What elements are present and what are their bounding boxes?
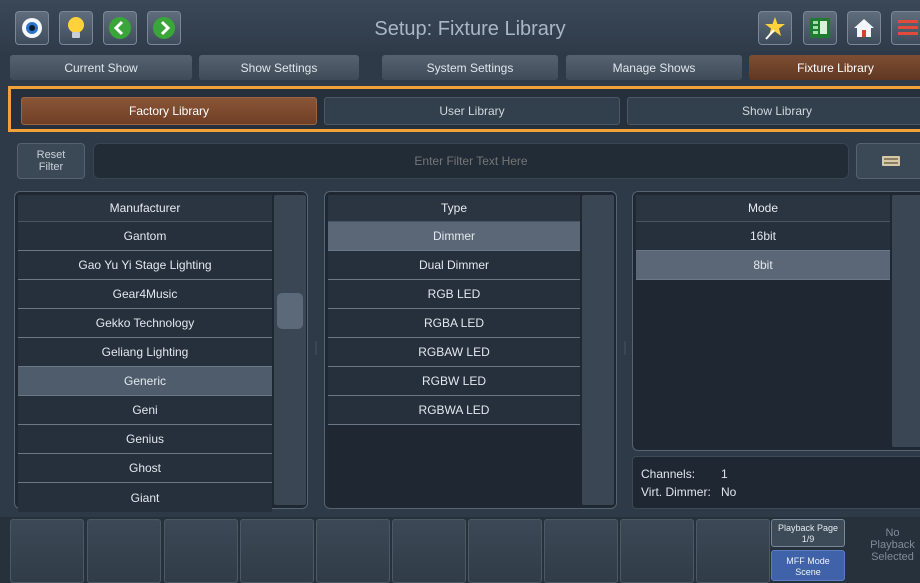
tab-show-library[interactable]: Show Library	[627, 97, 920, 125]
channels-row: Channels: 1	[641, 465, 920, 483]
list-item[interactable]: Gao Yu Yi Stage Lighting	[18, 251, 272, 280]
list-item-selected[interactable]: Dimmer	[328, 222, 580, 251]
filter-input[interactable]	[93, 143, 849, 179]
list-item[interactable]: 16bit	[636, 222, 890, 251]
no-playback-line-1: No	[885, 527, 900, 539]
mode-scrollbar[interactable]	[892, 195, 920, 447]
playback-slot[interactable]	[240, 519, 314, 583]
reset-label-1: Reset	[36, 149, 66, 161]
list-item[interactable]: Geliang Lighting	[18, 338, 272, 367]
panel-divider	[624, 341, 626, 355]
menu-button[interactable]	[891, 11, 920, 45]
list-item-selected[interactable]: 8bit	[636, 251, 890, 280]
lightbulb-icon	[68, 17, 84, 38]
forward-arrow-icon	[153, 17, 175, 39]
grid-icon	[810, 18, 830, 38]
type-list: Type Dimmer Dual Dimmer RGB LED RGBA LED…	[328, 195, 580, 425]
virt-dimmer-row: Virt. Dimmer: No	[641, 483, 920, 501]
scrollbar-thumb[interactable]	[277, 293, 303, 329]
playback-page-value: 1/9	[801, 534, 815, 544]
type-header: Type	[328, 195, 580, 222]
forward-button[interactable]	[147, 11, 181, 45]
list-item[interactable]: RGBA LED	[328, 309, 580, 338]
reset-label-2: Filter	[38, 161, 64, 173]
no-playback-line-3: Selected	[871, 551, 914, 563]
tab-current-show[interactable]: Current Show	[10, 55, 192, 80]
keyboard-icon	[882, 156, 900, 166]
playback-slot[interactable]	[392, 519, 466, 583]
playback-slot[interactable]	[87, 519, 161, 583]
mode-list: Mode 16bit 8bit	[636, 195, 890, 280]
list-item[interactable]: Gear4Music	[18, 280, 272, 309]
channels-value: 1	[721, 467, 728, 481]
back-button[interactable]	[103, 11, 137, 45]
playback-slot[interactable]	[544, 519, 618, 583]
list-item[interactable]: Gekko Technology	[18, 309, 272, 338]
tab-factory-library[interactable]: Factory Library	[21, 97, 317, 125]
type-scrollbar[interactable]	[582, 195, 614, 505]
playback-slot[interactable]	[164, 519, 238, 583]
list-item-selected[interactable]: Generic	[18, 367, 272, 396]
fixture-info: Channels: 1 Virt. Dimmer: No	[632, 456, 920, 509]
playback-slot[interactable]	[620, 519, 694, 583]
reset-filter-button[interactable]: Reset Filter	[17, 143, 85, 179]
manufacturer-header: Manufacturer	[18, 195, 272, 222]
wizard-icon	[765, 17, 785, 40]
list-item[interactable]: RGB LED	[328, 280, 580, 309]
no-playback-status: No Playback Selected	[855, 522, 920, 580]
home-icon	[854, 19, 874, 37]
tab-manage-shows[interactable]: Manage Shows	[566, 55, 742, 80]
list-item[interactable]: Gantom	[18, 222, 272, 251]
playback-slot[interactable]	[696, 519, 770, 583]
eye-button[interactable]	[15, 11, 49, 45]
wizard-button[interactable]	[758, 11, 792, 45]
panel-divider	[315, 341, 317, 355]
tab-fixture-library[interactable]: Fixture Library	[749, 55, 920, 80]
list-item[interactable]: Genius	[18, 425, 272, 454]
list-item[interactable]: RGBAW LED	[328, 338, 580, 367]
manufacturer-panel: Manufacturer Gantom Gao Yu Yi Stage Ligh…	[14, 191, 308, 512]
list-item[interactable]: RGBWA LED	[328, 396, 580, 425]
playback-slot[interactable]	[10, 519, 84, 583]
no-playback-line-2: Playback	[870, 539, 915, 551]
mff-mode-label: MFF Mode	[786, 556, 830, 566]
list-item[interactable]: Dual Dimmer	[328, 251, 580, 280]
page-title: Setup: Fixture Library	[374, 18, 566, 40]
keyboard-button[interactable]	[856, 143, 920, 179]
top-bar: Setup: Fixture Library	[0, 0, 920, 52]
tab-user-library[interactable]: User Library	[324, 97, 620, 125]
setup-tabs: Current Show Show Settings System Settin…	[0, 55, 920, 80]
mff-mode-value: Scene	[795, 567, 821, 577]
eye-icon	[22, 18, 42, 38]
playback-page-label: Playback Page	[777, 523, 839, 533]
playback-slot[interactable]	[468, 519, 542, 583]
virt-dimmer-value: No	[721, 485, 737, 499]
manufacturer-scrollbar[interactable]	[274, 195, 306, 505]
list-item[interactable]: Geni	[18, 396, 272, 425]
type-panel: Type Dimmer Dual Dimmer RGB LED RGBA LED…	[324, 191, 617, 509]
virt-dimmer-label: Virt. Dimmer:	[641, 485, 711, 499]
tab-system-settings[interactable]: System Settings	[382, 55, 558, 80]
mff-mode-button[interactable]: MFF Mode Scene	[771, 550, 845, 581]
menu-icon	[898, 20, 918, 35]
list-item[interactable]: Giant	[18, 483, 272, 512]
library-selector: Factory Library User Library Show Librar…	[8, 86, 920, 132]
manufacturer-list: Manufacturer Gantom Gao Yu Yi Stage Ligh…	[18, 195, 272, 512]
tab-show-settings[interactable]: Show Settings	[199, 55, 359, 80]
grid-button[interactable]	[803, 11, 837, 45]
list-item[interactable]: RGBW LED	[328, 367, 580, 396]
mode-header: Mode	[636, 195, 890, 222]
channels-label: Channels:	[641, 467, 696, 481]
playback-page-button[interactable]: Playback Page 1/9	[771, 519, 845, 547]
playback-slot[interactable]	[316, 519, 390, 583]
home-button[interactable]	[847, 11, 881, 45]
back-arrow-icon	[109, 17, 131, 39]
list-item[interactable]: Ghost	[18, 454, 272, 483]
mode-panel: Mode 16bit 8bit	[632, 191, 920, 451]
lightbulb-button[interactable]	[59, 11, 93, 45]
